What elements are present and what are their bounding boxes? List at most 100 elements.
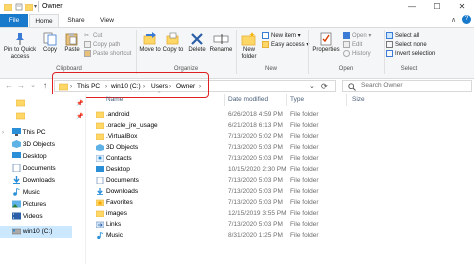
3d-objects-icon xyxy=(96,144,104,151)
nav-item-win10-drive[interactable]: win10 (C:) xyxy=(0,226,72,238)
nav-label: Videos xyxy=(22,213,43,220)
pin-icon xyxy=(16,33,24,45)
address-dropdown-icon[interactable]: ⌄ xyxy=(309,81,315,93)
contacts-icon xyxy=(96,155,104,162)
new-folder-label: New folder xyxy=(241,47,257,60)
delete-button[interactable]: Delete xyxy=(186,32,208,54)
file-name: Music xyxy=(106,232,123,239)
ribbon-collapse-icon[interactable]: ∧ xyxy=(451,16,456,24)
column-header-date[interactable]: Date modified xyxy=(228,94,268,106)
nav-item-documents[interactable]: Documents xyxy=(12,163,56,175)
easy-access-button[interactable]: Easy access ▾ xyxy=(262,41,309,50)
minimize-button[interactable]: — xyxy=(400,0,424,14)
recent-dropdown-icon[interactable]: ⌄ xyxy=(28,79,38,93)
select-none-button[interactable]: Select none xyxy=(386,41,435,50)
file-row[interactable]: 3D Objects 7/13/2020 5:03 PM File folder xyxy=(96,142,466,153)
column-header-size[interactable]: Size xyxy=(352,94,365,106)
rename-button[interactable]: Rename xyxy=(209,32,233,54)
tab-home[interactable]: Home xyxy=(29,14,59,28)
tab-view[interactable]: View xyxy=(94,14,120,28)
nav-label: This PC xyxy=(22,129,46,136)
select-all-button[interactable]: Select all xyxy=(386,32,435,41)
file-row[interactable]: .android 6/26/2018 4:59 PM File folder xyxy=(96,109,466,120)
file-row[interactable]: Favorites 7/13/2020 5:03 PM File folder xyxy=(96,197,466,208)
qa-dropdown-icon[interactable]: ▾ xyxy=(34,3,37,10)
nav-item-quick-1[interactable]: 📌 xyxy=(2,98,83,110)
file-type: File folder xyxy=(290,144,319,151)
refresh-icon[interactable]: ⟳ xyxy=(321,81,328,93)
tab-share[interactable]: Share xyxy=(62,14,90,28)
nav-item-desktop[interactable]: Desktop xyxy=(12,151,47,163)
forward-icon[interactable]: → xyxy=(16,79,26,93)
file-row[interactable]: Documents 7/13/2020 5:03 PM File folder xyxy=(96,175,466,186)
select-none-label: Select none xyxy=(395,42,427,49)
properties-qa-icon[interactable] xyxy=(15,3,23,11)
nav-label: win10 (C:) xyxy=(22,228,53,235)
file-row[interactable]: Downloads 7/13/2020 5:03 PM File folder xyxy=(96,186,466,197)
paste-button[interactable]: Paste xyxy=(62,32,82,54)
music-icon xyxy=(13,188,20,197)
copy-button[interactable]: Copy xyxy=(40,32,60,54)
column-header-type[interactable]: Type xyxy=(290,94,304,106)
nav-item-this-pc[interactable]: › This PC xyxy=(2,127,46,139)
new-folder-button[interactable]: New folder xyxy=(238,32,260,61)
file-row[interactable]: Contacts 7/13/2020 5:03 PM File folder xyxy=(96,153,466,164)
file-row[interactable]: Links 7/13/2020 5:03 PM File folder xyxy=(96,219,466,230)
column-header-name[interactable]: Name xyxy=(106,94,123,106)
column-divider xyxy=(224,94,225,106)
scissors-icon: ✂ xyxy=(84,33,90,39)
properties-icon xyxy=(320,32,332,46)
file-name: Contacts xyxy=(106,155,132,162)
desktop-icon xyxy=(12,152,21,159)
paste-shortcut-label: Paste shortcut xyxy=(93,51,132,58)
file-name: Favorites xyxy=(106,199,133,206)
nav-item-videos[interactable]: Videos xyxy=(12,211,43,223)
move-to-button[interactable]: Move to xyxy=(139,32,161,54)
properties-label: Properties xyxy=(312,47,340,53)
search-box[interactable]: Search Owner xyxy=(342,80,472,92)
search-placeholder: Search Owner xyxy=(361,82,403,89)
new-item-button[interactable]: New item ▾ xyxy=(262,32,309,41)
file-type: File folder xyxy=(290,122,319,129)
help-icon[interactable]: ? xyxy=(462,15,471,24)
file-type: File folder xyxy=(290,210,319,217)
paste-shortcut-button[interactable]: Paste shortcut xyxy=(84,50,131,59)
nav-item-quick-2[interactable]: 📌 xyxy=(2,111,83,123)
file-date: 10/15/2020 2:30 PM xyxy=(228,166,287,173)
nav-label: Pictures xyxy=(22,201,47,208)
close-button[interactable]: ✕ xyxy=(450,0,474,14)
file-row[interactable]: images 12/15/2019 3:55 PM File folder xyxy=(96,208,466,219)
copy-to-button[interactable]: Copy to xyxy=(162,32,184,54)
file-row[interactable]: Desktop 10/15/2020 2:30 PM File folder xyxy=(96,164,466,175)
new-item-label: New item ▾ xyxy=(271,33,301,40)
file-row[interactable]: Music 8/31/2020 1:25 PM File folder xyxy=(96,230,466,241)
nav-item-downloads[interactable]: Downloads xyxy=(12,175,55,187)
invert-selection-button[interactable]: Invert selection xyxy=(386,50,435,59)
file-row[interactable]: .VirtualBox 7/13/2020 5:02 PM File folder xyxy=(96,131,466,142)
back-icon[interactable]: ← xyxy=(4,79,14,93)
computer-icon xyxy=(11,128,21,137)
properties-button[interactable]: Properties xyxy=(311,32,341,54)
new-folder-qa-icon[interactable] xyxy=(25,3,33,11)
open-button[interactable]: Open ▾ xyxy=(343,32,371,41)
paste-icon xyxy=(65,33,78,46)
copy-path-button[interactable]: Copy path xyxy=(84,41,131,50)
history-button[interactable]: History xyxy=(343,50,371,59)
edit-button[interactable]: Edit xyxy=(343,41,371,50)
paste-shortcut-icon xyxy=(84,50,91,57)
pin-quick-access-button[interactable]: Pin to Quick access xyxy=(2,32,38,61)
invert-selection-label: Invert selection xyxy=(395,51,436,58)
nav-item-pictures[interactable]: Pictures xyxy=(12,199,46,211)
nav-item-3d-objects[interactable]: 3D Objects xyxy=(12,139,55,151)
maximize-button[interactable]: ☐ xyxy=(425,0,449,14)
file-row[interactable]: .oracle_jre_usage 6/21/2018 6:13 PM File f… xyxy=(96,120,466,131)
cut-button[interactable]: ✂ Cut xyxy=(84,32,131,41)
nav-item-music[interactable]: Music xyxy=(12,187,40,199)
nav-label: Documents xyxy=(22,165,56,172)
up-icon[interactable]: ↑ xyxy=(40,79,50,93)
rename-label: Rename xyxy=(209,47,233,53)
navigation-pane: 📌 📌 › This PC 3D Objects Desktop Documen… xyxy=(0,94,86,264)
new-small-buttons: New item ▾ Easy access ▾ xyxy=(262,32,309,50)
tab-file[interactable]: File xyxy=(0,14,28,28)
folder-icon xyxy=(96,210,104,217)
